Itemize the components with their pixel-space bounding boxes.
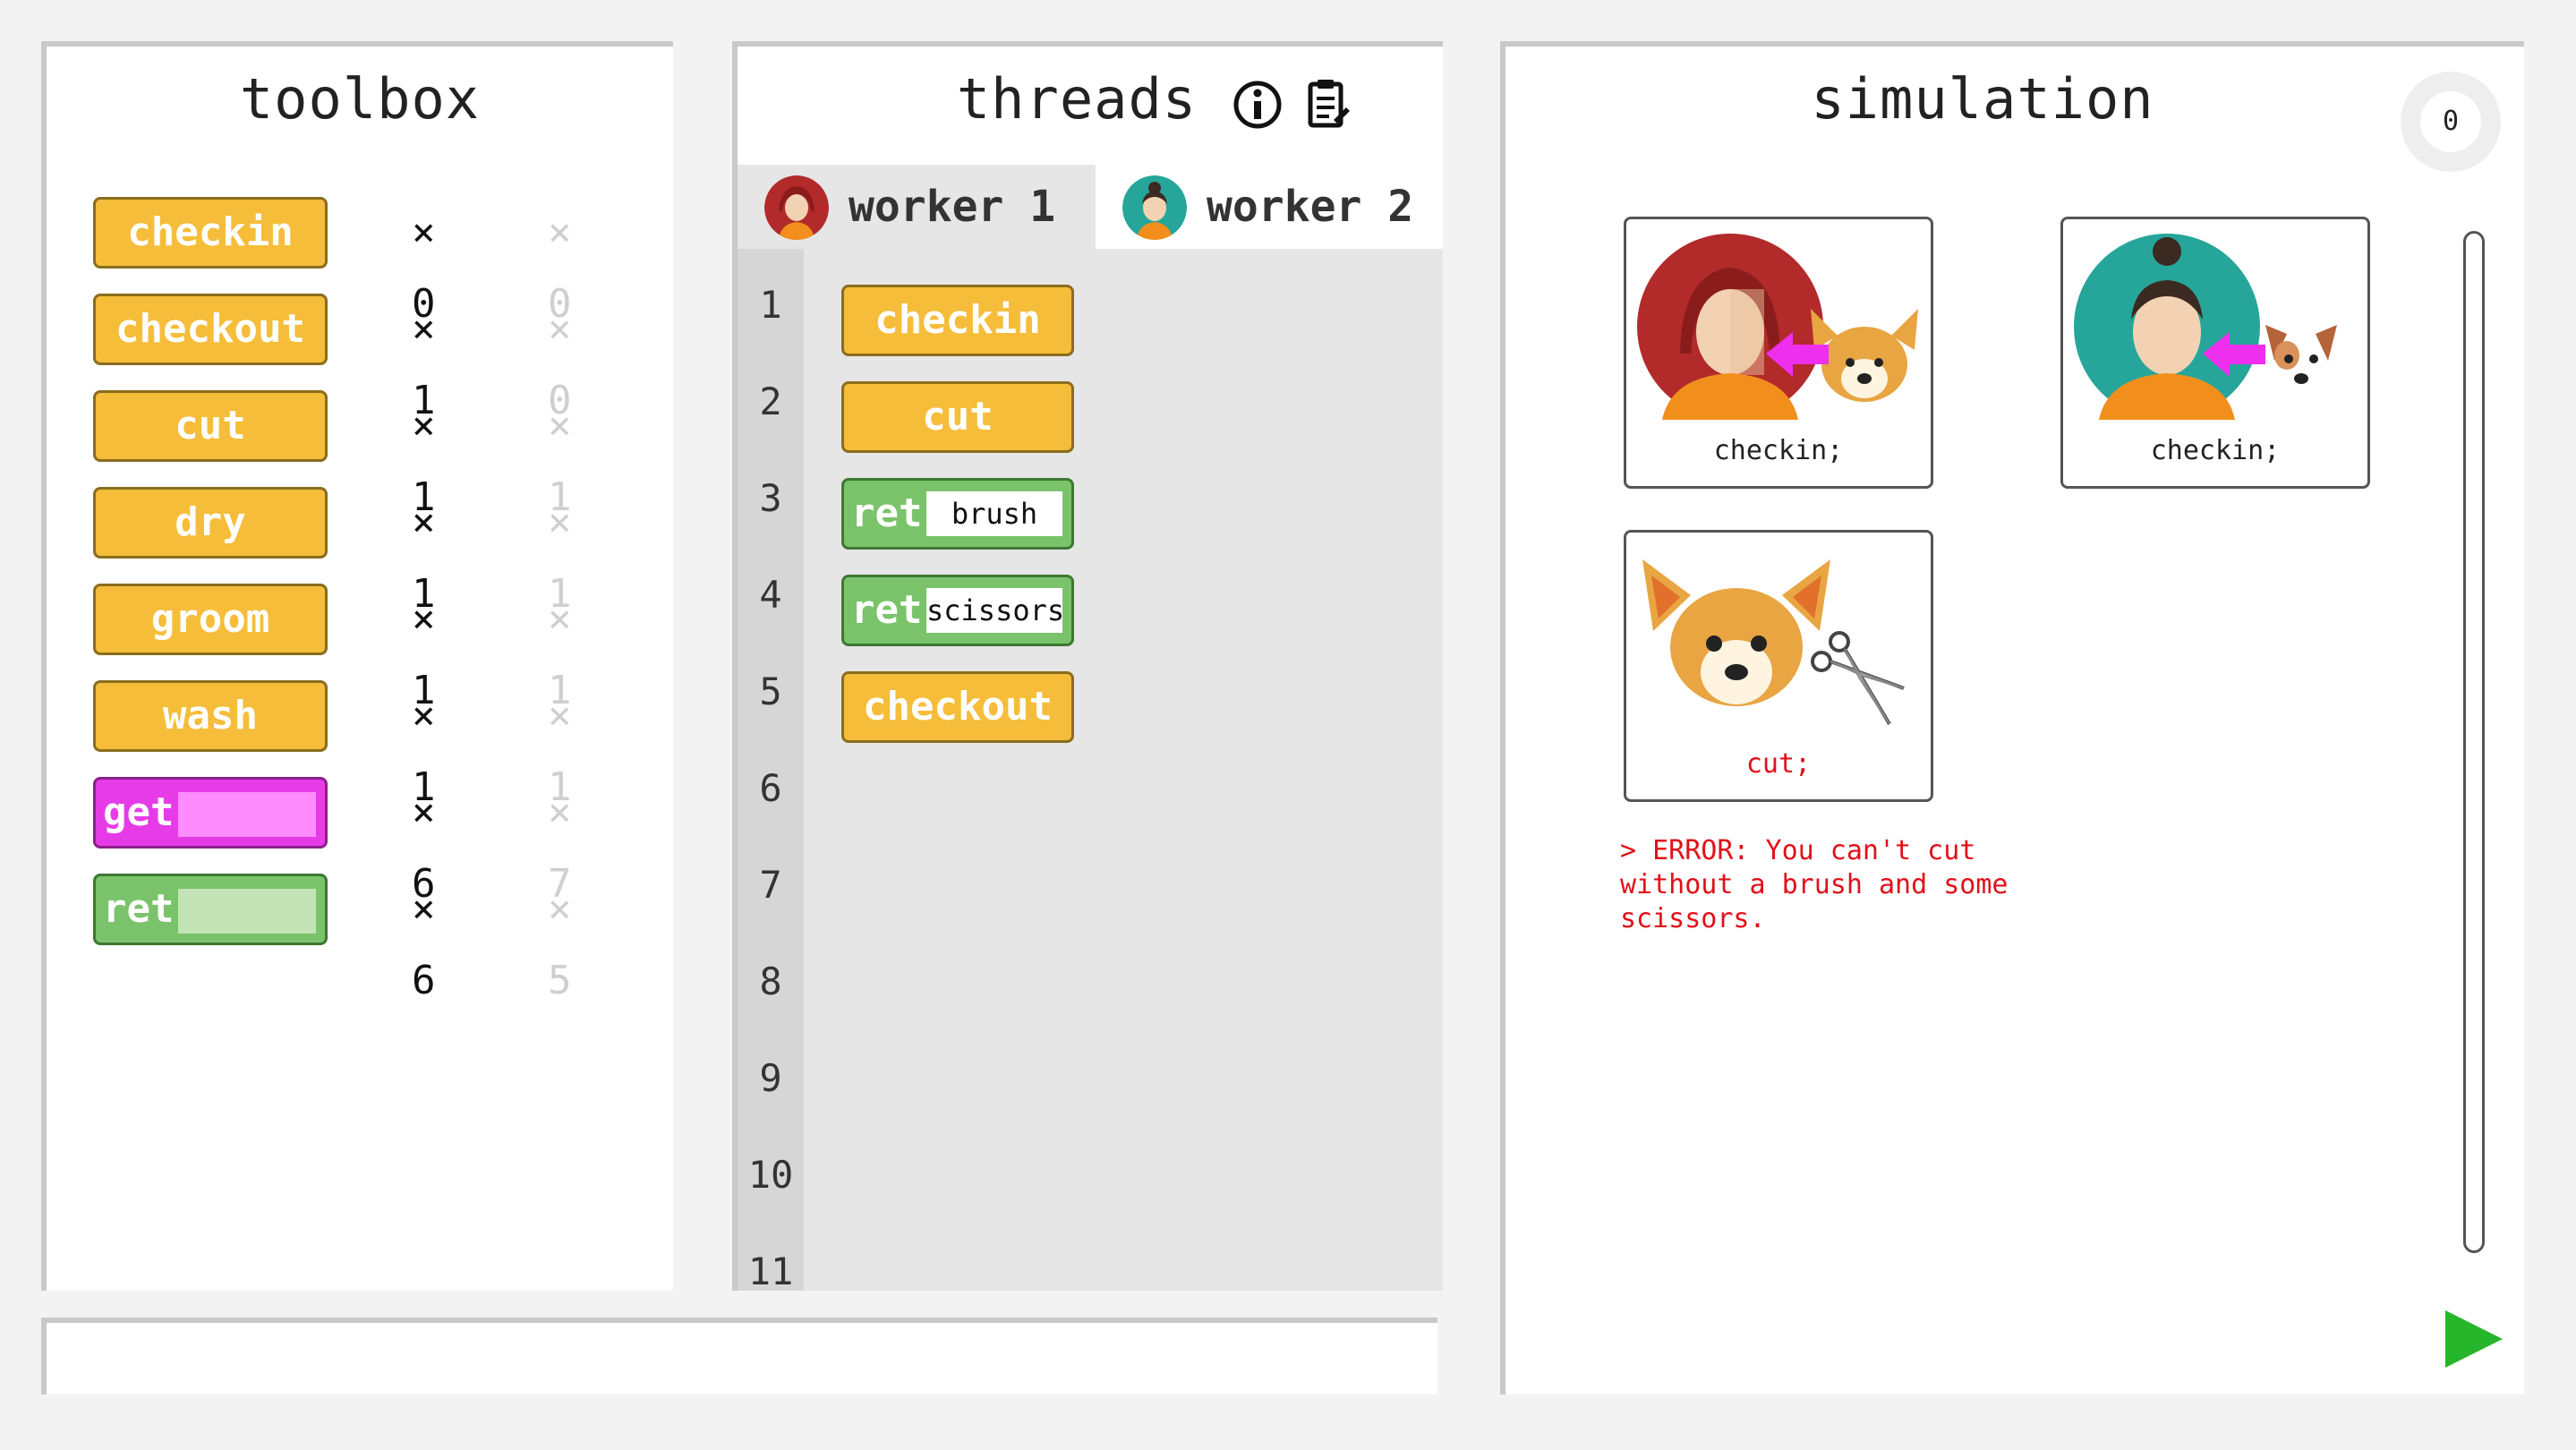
block-label: groom — [150, 596, 270, 642]
tab-worker-1[interactable]: worker 1 — [738, 165, 1096, 249]
line-number: 2 — [759, 380, 782, 423]
tab-worker-2[interactable]: worker 2 — [1096, 165, 1448, 249]
error-message: > ERROR: You can't cut without a brush a… — [1620, 835, 2009, 934]
line-number: 3 — [759, 476, 782, 520]
threads-title-text: threads — [956, 66, 1198, 132]
code-line-4: ret scissors — [841, 575, 1074, 646]
line-number: 8 — [759, 960, 782, 1003]
toolbox-block-get[interactable]: get — [93, 777, 328, 849]
block-label: cut — [922, 394, 994, 439]
dog-cut-scissors-icon — [1642, 559, 1905, 726]
toolbox-title: toolbox — [239, 66, 481, 132]
code-line-1: checkin — [841, 285, 1074, 356]
tab-label: worker 1 — [849, 182, 1056, 232]
block-arg-slot — [178, 792, 316, 837]
code-area[interactable]: 1 2 3 4 5 6 7 8 9 10 11 checkin cut ret brush ret sciss… — [738, 249, 1443, 1291]
line-number: 1 — [759, 283, 782, 327]
step-counter-value: 0 — [2420, 91, 2481, 152]
info-icon[interactable] — [1232, 79, 1284, 131]
line-number: 4 — [759, 573, 782, 617]
threads-panel: threads worker 1 worker 2 1 2 3 4 5 6 7 8… — [732, 41, 1443, 1291]
timeline-scrollbar[interactable] — [2463, 231, 2485, 1253]
code-block-cut[interactable]: cut — [841, 381, 1074, 453]
block-label: checkin — [127, 209, 294, 255]
toolbox-block-dry[interactable]: dry — [93, 487, 328, 559]
tab-label: worker 2 — [1207, 182, 1414, 232]
block-label: checkout — [115, 306, 305, 352]
worker-red-avatar — [764, 175, 829, 240]
block-arg-input[interactable]: scissors — [926, 588, 1064, 633]
line-number: 6 — [759, 766, 782, 810]
code-block-checkin[interactable]: checkin — [841, 285, 1074, 356]
line-number: 7 — [759, 863, 782, 907]
block-label: ret — [851, 587, 923, 633]
code-line-2: cut — [841, 381, 1074, 453]
sim-card: checkin; — [2060, 217, 2370, 489]
block-label: checkout — [863, 684, 1053, 729]
worker-checkin-dog-icon — [2074, 234, 2339, 420]
clipboard-icon[interactable] — [1307, 77, 1350, 131]
step-counter: 0 — [2401, 72, 2501, 172]
code-block-ret[interactable]: ret scissors — [841, 575, 1074, 646]
sim-card-caption: cut; — [1745, 748, 1812, 780]
code-line-5: checkout — [841, 671, 1074, 743]
sim-card-caption: checkin; — [1713, 435, 1844, 466]
code-line-3: ret brush — [841, 478, 1074, 550]
line-number: 11 — [747, 1250, 794, 1291]
play-button[interactable] — [2445, 1310, 2503, 1368]
sim-card-caption: checkin; — [2150, 435, 2281, 466]
toolbox-block-cut[interactable]: cut — [93, 390, 328, 462]
toolbox-block-checkin[interactable]: checkin — [93, 197, 328, 269]
toolbox-count: × 6 — [412, 886, 436, 1003]
toolbox-block-ret[interactable]: ret — [93, 874, 328, 945]
toolbox-block-wash[interactable]: wash — [93, 680, 328, 752]
line-number: 9 — [759, 1056, 782, 1100]
line-gutter: 1 2 3 4 5 6 7 8 9 10 11 — [738, 249, 804, 1291]
sim-card: cut; — [1624, 530, 1933, 802]
toolbox-block-groom[interactable]: groom — [93, 584, 328, 655]
line-number: 5 — [759, 670, 782, 713]
sim-card: checkin; — [1624, 217, 1933, 489]
code-block-ret[interactable]: ret brush — [841, 478, 1074, 550]
simulation-panel: simulation 0 checkin; checkin; cut; > ER… — [1500, 41, 2524, 1395]
block-arg-input[interactable]: brush — [926, 491, 1062, 536]
toolbox-limit: × 5 — [548, 886, 572, 1003]
block-label: ret — [851, 490, 923, 536]
code-block-checkout[interactable]: checkout — [841, 671, 1074, 743]
line-number: 10 — [747, 1153, 794, 1197]
block-label: get — [103, 789, 175, 835]
toolbox-block-checkout[interactable]: checkout — [93, 294, 328, 365]
simulation-title: simulation — [1811, 66, 2154, 132]
worker-teal-avatar — [1122, 175, 1187, 240]
worker-checkin-dog-icon — [1637, 234, 1918, 420]
toolbox-panel: toolbox checkin × 0 × 0 checkout × 1 × 0 cut × … — [41, 41, 673, 1291]
bottom-bar — [41, 1318, 1437, 1395]
block-label: checkin — [874, 297, 1041, 343]
block-label: wash — [163, 693, 258, 738]
block-label: ret — [103, 886, 175, 932]
block-arg-slot — [178, 889, 316, 934]
block-label: dry — [175, 499, 246, 545]
block-label: cut — [175, 403, 246, 448]
